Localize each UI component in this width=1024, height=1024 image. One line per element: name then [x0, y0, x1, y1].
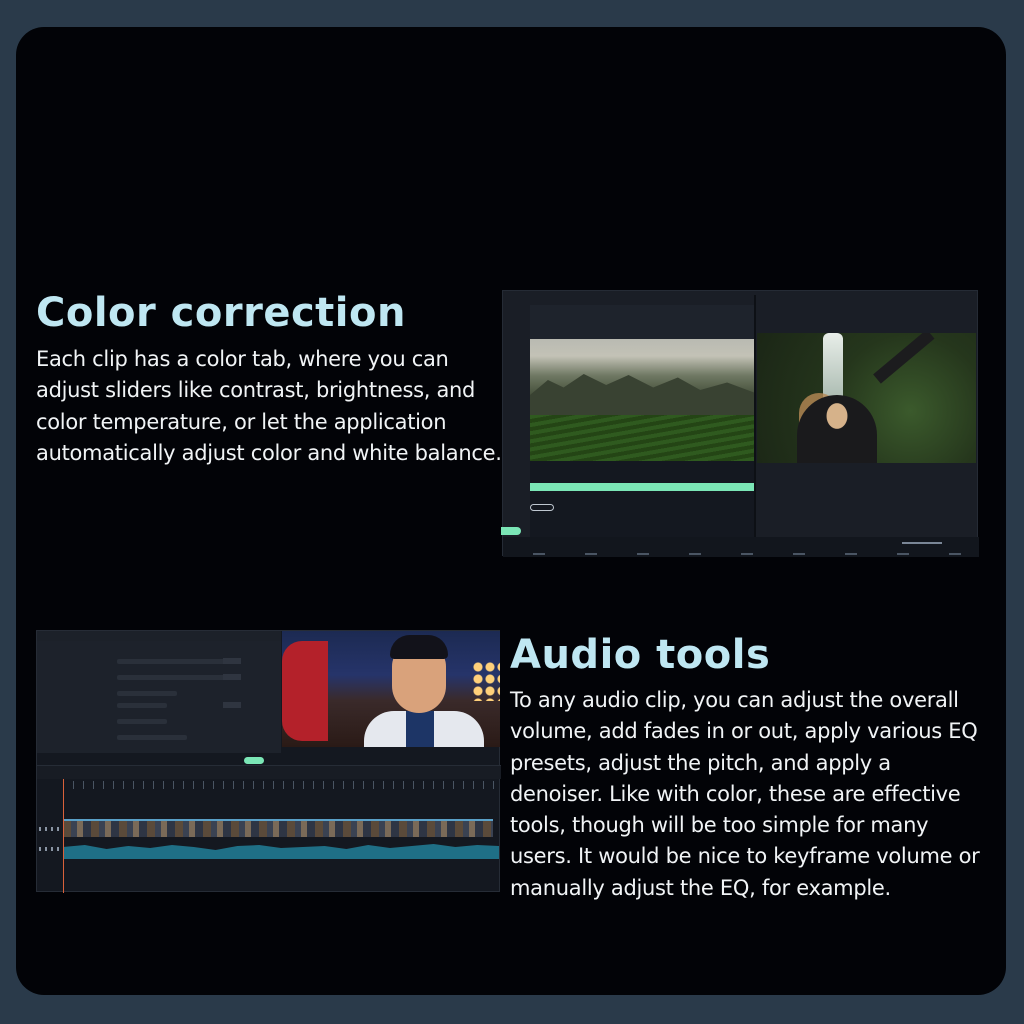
playhead	[63, 779, 64, 893]
video-clip-track	[63, 819, 493, 837]
apply-pill-button	[530, 504, 554, 511]
audio-tools-screenshot	[36, 630, 501, 893]
timeline-toolbar	[37, 765, 501, 779]
color-correction-heading: Color correction	[36, 290, 406, 336]
audio-settings-panel	[37, 641, 281, 753]
mountain-field-image	[530, 339, 754, 461]
audio-tools-heading: Audio tools	[510, 632, 771, 678]
timeline-ticks	[533, 553, 973, 555]
color-correction-description: Each clip has a color tab, where you can…	[36, 347, 502, 465]
timeline-ruler	[63, 781, 499, 789]
night-market-vlogger-image	[282, 631, 500, 747]
video-track-icons	[39, 827, 59, 831]
render-pill	[244, 757, 264, 764]
panel-tabs	[37, 631, 281, 641]
content-card: Color correction Each clip has a color t…	[16, 27, 1006, 995]
reference-strip	[530, 305, 754, 339]
panel-divider	[754, 295, 756, 541]
audio-tools-description: To any audio clip, you can adjust the ov…	[510, 688, 980, 900]
ok-tab	[501, 527, 521, 535]
match-color-bar	[530, 483, 754, 491]
audio-waveform-track	[63, 844, 499, 859]
waterfall-selfie-image	[757, 333, 976, 463]
color-correction-screenshot	[501, 290, 979, 557]
zoom-slider	[902, 542, 942, 544]
audio-track-icons	[39, 847, 59, 851]
